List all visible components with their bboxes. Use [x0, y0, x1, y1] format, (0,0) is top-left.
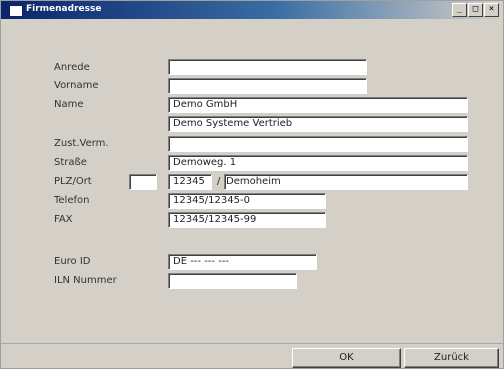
window-controls: _ □ ×: [451, 3, 499, 17]
back-button[interactable]: Zurück: [404, 348, 499, 368]
label-anrede: Anrede: [54, 62, 90, 73]
close-icon[interactable]: ×: [484, 3, 499, 17]
title-bar[interactable]: Firmenadresse _ □ ×: [1, 1, 503, 19]
anrede-field[interactable]: [168, 59, 367, 75]
euro-id-field[interactable]: DE --- --- ---: [168, 254, 317, 270]
telefon-field[interactable]: 12345/12345-0: [168, 193, 326, 209]
firmenadresse-dialog: Firmenadresse _ □ × Anrede Vorname Name De…: [0, 0, 504, 369]
label-strasse: Straße: [54, 157, 87, 168]
window-title: Firmenadresse: [26, 4, 102, 14]
vorname-field[interactable]: [168, 78, 367, 94]
window-icon: [9, 5, 23, 17]
name-field[interactable]: Demo GmbH: [168, 97, 468, 113]
ort-field[interactable]: Demoheim: [224, 174, 468, 190]
zust-verm-field[interactable]: [168, 136, 468, 152]
plz-ort-separator: /: [217, 176, 221, 187]
label-telefon: Telefon: [54, 195, 90, 206]
bottom-separator: [1, 343, 503, 344]
name2-field[interactable]: Demo Systeme Vertrieb: [168, 116, 468, 132]
label-fax: FAX: [54, 214, 73, 225]
iln-nummer-field[interactable]: [168, 273, 297, 289]
fax-field[interactable]: 12345/12345-99: [168, 212, 326, 228]
label-iln-nummer: ILN Nummer: [54, 275, 117, 286]
label-plz-ort: PLZ/Ort: [54, 176, 92, 187]
strasse-field[interactable]: Demoweg. 1: [168, 155, 468, 171]
label-name: Name: [54, 99, 84, 110]
minimize-icon[interactable]: _: [452, 3, 467, 17]
ok-button[interactable]: OK: [292, 348, 401, 368]
label-zust-verm: Zust.Verm.: [54, 138, 109, 149]
plz-field[interactable]: 12345: [168, 174, 212, 190]
country-code-field[interactable]: [129, 174, 157, 190]
label-euro-id: Euro ID: [54, 256, 91, 267]
maximize-icon[interactable]: □: [468, 3, 483, 17]
label-vorname: Vorname: [54, 80, 99, 91]
